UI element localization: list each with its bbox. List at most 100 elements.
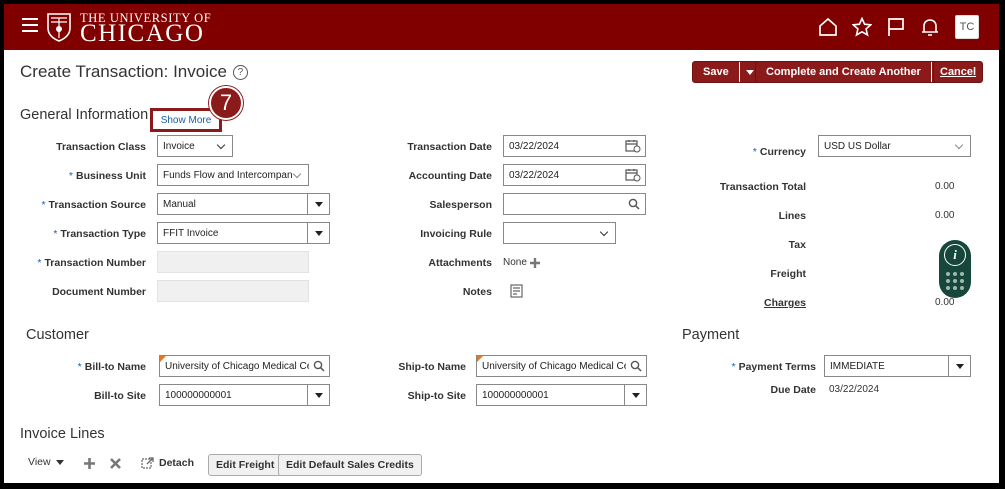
accounting-date-value: 03/22/2024 — [509, 169, 560, 181]
university-shield-icon — [47, 13, 71, 42]
attachments-label: Attachments — [428, 257, 492, 269]
accounting-date-field[interactable]: 03/22/2024 — [503, 164, 646, 186]
tax-label: Tax — [788, 239, 806, 251]
transaction-class-select[interactable]: Invoice — [157, 135, 233, 157]
cancel-button[interactable]: Cancel — [933, 61, 984, 83]
due-date-label: Due Date — [770, 384, 816, 396]
save-button[interactable]: Save — [692, 61, 762, 83]
transaction-type-select[interactable]: FFIT Invoice — [157, 222, 330, 244]
bell-icon[interactable] — [919, 16, 941, 38]
business-unit-select[interactable]: Funds Flow and Intercompan — [157, 164, 309, 186]
charges-link[interactable]: Charges — [764, 297, 806, 309]
bill-to-name-field[interactable]: University of Chicago Medical Cen — [159, 355, 330, 377]
step-badge: 7 — [209, 86, 243, 120]
flag-icon[interactable] — [885, 16, 907, 38]
ship-to-name-field[interactable]: University of Chicago Medical Cen — [476, 355, 647, 377]
ship-to-site-value: 100000000001 — [482, 389, 549, 401]
transaction-date-label: Transaction Date — [407, 141, 492, 153]
menu-icon[interactable] — [22, 18, 38, 32]
transaction-source-value: Manual — [163, 198, 196, 210]
charges-value: 0.00 — [935, 297, 955, 308]
due-date-value: 03/22/2024 — [829, 384, 880, 395]
ship-to-site-select[interactable]: 100000000001 — [476, 384, 647, 406]
required-flag-icon — [477, 356, 483, 362]
help-icon[interactable]: ? — [232, 65, 248, 80]
user-avatar[interactable]: TC — [955, 15, 979, 39]
complete-and-create-another-button[interactable]: Complete and Create Another — [755, 61, 954, 83]
notes-icon[interactable] — [510, 284, 523, 298]
transaction-number-field[interactable] — [157, 251, 309, 273]
view-menu-label: View — [28, 456, 51, 468]
edit-default-sales-credits-button[interactable]: Edit Default Sales Credits — [278, 454, 422, 476]
search-icon[interactable] — [628, 198, 640, 210]
lines-label: Lines — [778, 210, 806, 222]
currency-select[interactable]: USD US Dollar — [818, 135, 971, 157]
lines-value: 0.00 — [935, 210, 955, 221]
transaction-total-label: Transaction Total — [719, 181, 806, 193]
bill-to-site-select[interactable]: 100000000001 — [159, 384, 330, 406]
salesperson-label: Salesperson — [429, 199, 492, 211]
transaction-source-select[interactable]: Manual — [157, 193, 330, 215]
transaction-class-label: Transaction Class — [56, 141, 146, 153]
bill-to-name-label: * Bill-to Name — [77, 361, 146, 373]
document-number-field[interactable] — [157, 280, 309, 302]
payment-terms-select[interactable]: IMMEDIATE — [824, 355, 971, 377]
invoicing-rule-select[interactable] — [503, 222, 616, 244]
chevron-down-icon — [954, 140, 964, 149]
apps-grid-icon[interactable] — [946, 272, 964, 290]
transaction-number-label: * Transaction Number — [37, 257, 146, 269]
show-more-link[interactable]: Show More — [161, 115, 212, 126]
star-icon[interactable] — [851, 16, 873, 38]
dropdown-icon[interactable] — [948, 356, 970, 376]
help-widget[interactable]: i — [939, 240, 971, 298]
transaction-date-value: 03/22/2024 — [509, 140, 560, 152]
invoicing-rule-label: Invoicing Rule — [420, 228, 492, 240]
dropdown-icon[interactable] — [307, 223, 329, 243]
business-unit-label: * Business Unit — [68, 170, 146, 182]
required-flag-icon — [160, 356, 166, 362]
dropdown-icon[interactable] — [307, 194, 329, 214]
page-title-text: Create Transaction: Invoice — [20, 62, 227, 81]
calendar-icon[interactable] — [625, 168, 641, 182]
search-icon[interactable] — [630, 360, 642, 372]
accounting-date-label: Accounting Date — [408, 170, 492, 182]
chevron-down-icon — [216, 140, 226, 149]
freight-label: Freight — [770, 268, 806, 280]
transaction-total-value: 0.00 — [935, 181, 955, 192]
edit-freight-button[interactable]: Edit Freight — [208, 454, 283, 476]
document-number-label: Document Number — [52, 286, 146, 298]
search-icon[interactable] — [313, 360, 325, 372]
bill-to-name-value: University of Chicago Medical Cen — [165, 360, 309, 372]
payment-heading: Payment — [682, 327, 740, 343]
detach-icon[interactable] — [141, 456, 155, 470]
delete-row-icon[interactable] — [109, 457, 122, 470]
notes-label: Notes — [462, 286, 492, 298]
transaction-type-value: FFIT Invoice — [163, 227, 219, 239]
home-icon[interactable] — [817, 16, 839, 38]
save-button-label: Save — [703, 66, 729, 78]
ship-to-name-label: Ship-to Name — [398, 361, 466, 373]
payment-terms-value: IMMEDIATE — [830, 360, 885, 372]
logo-main-text: CHICAGO — [80, 20, 205, 47]
chevron-down-icon — [292, 169, 302, 178]
business-unit-value: Funds Flow and Intercompan — [163, 169, 293, 181]
salesperson-field[interactable] — [503, 193, 646, 215]
payment-terms-label: * Payment Terms — [731, 361, 816, 373]
transaction-source-label: * Transaction Source — [41, 199, 146, 211]
add-attachment-icon[interactable] — [529, 257, 541, 269]
detach-button[interactable]: Detach — [159, 457, 194, 469]
transaction-date-field[interactable]: 03/22/2024 — [503, 135, 646, 157]
calendar-icon[interactable] — [625, 139, 641, 153]
currency-value: USD US Dollar — [824, 140, 891, 152]
complete-button-label: Complete and Create Another — [766, 66, 921, 78]
bill-to-site-label: Bill-to Site — [94, 390, 146, 402]
caret-down-icon — [55, 459, 64, 465]
chevron-down-icon — [599, 227, 609, 236]
info-icon[interactable]: i — [944, 244, 966, 266]
dropdown-icon[interactable] — [624, 385, 646, 405]
view-menu[interactable]: View — [28, 456, 64, 468]
general-information-heading: General Information — [20, 107, 149, 123]
dropdown-icon[interactable] — [307, 385, 329, 405]
add-row-icon[interactable] — [83, 457, 96, 470]
invoice-lines-heading: Invoice Lines — [20, 426, 105, 442]
